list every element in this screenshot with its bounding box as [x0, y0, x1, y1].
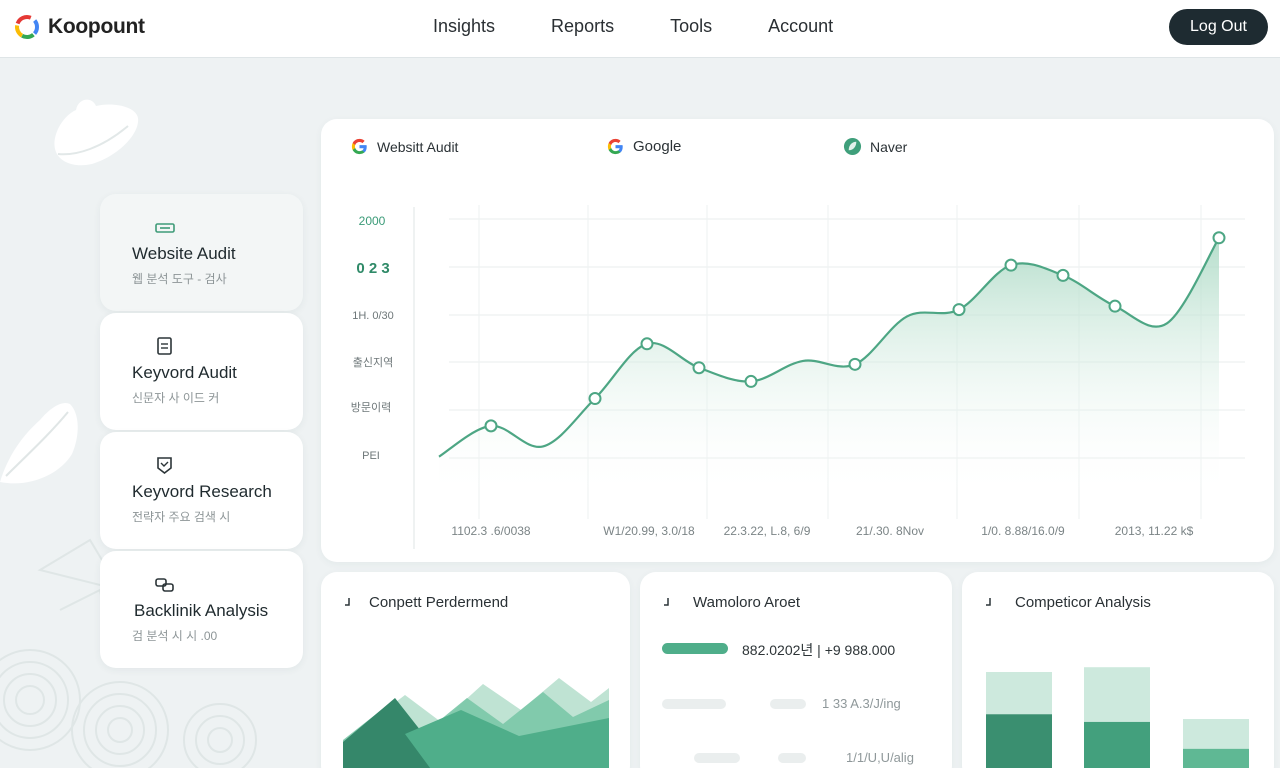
sidebar-item-title: Keyvord Research	[132, 482, 272, 501]
progress-bar-primary	[662, 643, 728, 654]
data-point[interactable]	[692, 361, 706, 375]
sidebar-item-keyword-research[interactable]: Keyvord Research 전략자 주요 검색 시	[100, 432, 303, 549]
competitor-bar-chart	[986, 667, 1249, 768]
x-tick-label: 1102.3 .6/0038	[451, 524, 531, 538]
data-point[interactable]	[1212, 231, 1226, 245]
y-tick-label: 0 2 3	[356, 260, 389, 277]
bar-segment-lower	[1183, 748, 1249, 768]
sidebar-item-title: Backlinik Analysis	[134, 601, 269, 620]
y-axis-labels: 2000 0 2 3 1H. 0/30 출신지역 방문이력 PEI	[351, 214, 394, 462]
corner-icon	[664, 598, 669, 606]
progress-row-label: 882.0202년 | +9 988.000	[742, 642, 896, 658]
y-tick-label: 방문이력	[351, 401, 391, 414]
sidebar-item-keyword-audit[interactable]: Keyvord Audit 신문자 사 이드 커	[100, 313, 303, 430]
progress-bar-track	[770, 699, 806, 709]
link-icon	[155, 578, 174, 592]
brand[interactable]: Koopount	[14, 14, 145, 40]
nav-reports[interactable]: Reports	[523, 16, 642, 37]
x-tick-label: W1/20.99, 3.0/18	[603, 524, 695, 538]
competitor-analysis-card: Competicor Analysis	[962, 572, 1274, 768]
decorative-cloud-shape	[54, 99, 139, 166]
x-tick-label: 1/0. 8.88/16.0/9	[981, 524, 1065, 538]
bar-segment-upper	[986, 672, 1052, 715]
data-point[interactable]	[744, 374, 758, 388]
document-icon	[157, 337, 172, 355]
progress-row-label: 1 33 A.3/J/ing	[822, 696, 901, 711]
x-axis-labels: 1102.3 .6/0038 W1/20.99, 3.0/18 22.3.22,…	[451, 524, 1193, 538]
y-tick-label: 출신지역	[353, 356, 393, 369]
main-nav: Insights Reports Tools Account	[405, 16, 861, 37]
top-navigation-bar: Koopount Insights Reports Tools Account …	[0, 0, 1280, 58]
brand-logo-icon	[14, 14, 39, 39]
nav-account[interactable]: Account	[740, 16, 861, 37]
progress-bar-track	[694, 753, 740, 763]
brand-name: Koopount	[48, 15, 145, 38]
bar-segment-upper	[1183, 719, 1249, 749]
data-point[interactable]	[952, 303, 966, 317]
decorative-leaf-shape	[0, 402, 78, 484]
nav-tools[interactable]: Tools	[642, 16, 740, 37]
sidebar-item-subtitle: 검 분석 시 시 .00	[132, 629, 218, 643]
y-tick-label: PEI	[362, 450, 380, 462]
concept-performance-card: Conpett Perdermend	[321, 572, 630, 768]
x-tick-label: 21/.30. 8Nov	[856, 524, 924, 538]
card-title: Wamoloro Aroet	[693, 594, 800, 611]
sidebar-item-website-audit[interactable]: Website Audit 웹 분석 도구 - 검사	[100, 194, 303, 311]
data-point[interactable]	[1108, 299, 1122, 313]
sidebar-item-subtitle: 전략자 주요 검색 시	[132, 510, 231, 524]
badge-icon	[157, 457, 172, 474]
data-point[interactable]	[1004, 258, 1018, 272]
sidebar-item-subtitle: 웹 분석 도구 - 검사	[132, 272, 227, 286]
sidebar-item-backlink-analysis[interactable]: Backlinik Analysis 검 분석 시 시 .00	[100, 551, 303, 668]
card-title: Conpett Perdermend	[369, 594, 509, 611]
bar-segment-lower	[1084, 721, 1150, 768]
nav-insights[interactable]: Insights	[405, 16, 523, 37]
sidebar-item-subtitle: 신문자 사 이드 커	[132, 391, 220, 405]
y-tick-label: 2000	[359, 214, 386, 228]
corner-icon	[345, 598, 350, 606]
y-tick-label: 1H. 0/30	[352, 310, 394, 322]
data-point[interactable]	[588, 392, 602, 406]
x-tick-label: 2013, 11.22 k$	[1115, 524, 1194, 538]
bar-segment-lower	[986, 714, 1052, 768]
bar-segment-upper	[1084, 667, 1150, 722]
mountain-area-chart	[343, 678, 609, 768]
data-point[interactable]	[484, 419, 498, 433]
main-chart-panel: Websitt Audit Google Naver 2000 0 2 3 1H…	[321, 119, 1274, 562]
progress-row-label: 1/1/U,U/alig	[846, 750, 914, 765]
audit-icon	[155, 223, 175, 233]
data-point[interactable]	[1056, 268, 1070, 282]
logout-button[interactable]: Log Out	[1169, 9, 1268, 45]
x-tick-label: 22.3.22, L.8, 6/9	[724, 524, 811, 538]
sidebar-item-title: Keyvord Audit	[132, 363, 237, 382]
sidebar-item-title: Website Audit	[132, 244, 236, 263]
progress-bar-track	[662, 699, 726, 709]
warehouse-card: Wamoloro Aroet 882.0202년 | +9 988.000 1 …	[640, 572, 952, 768]
data-point[interactable]	[848, 357, 862, 371]
data-point[interactable]	[640, 337, 654, 351]
area-fill	[439, 237, 1219, 499]
progress-bar-track	[778, 753, 806, 763]
line-area-chart: 2000 0 2 3 1H. 0/30 출신지역 방문이력 PEI 1102.3…	[351, 205, 1245, 549]
